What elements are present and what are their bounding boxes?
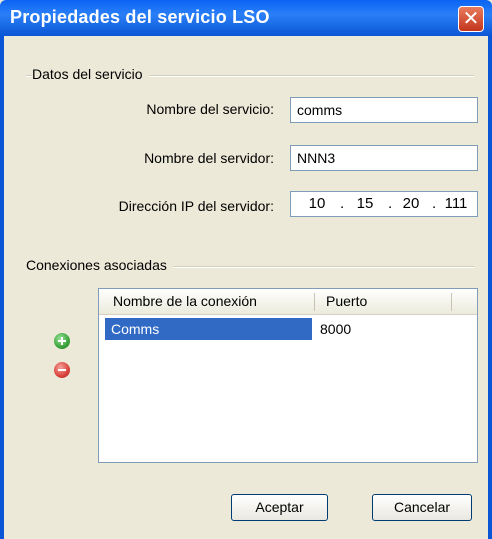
server-ip-input[interactable]: 10 . 15 . 20 . 111	[290, 191, 478, 217]
service-name-input[interactable]	[290, 97, 478, 123]
ip-octet-3[interactable]: 20	[399, 195, 423, 212]
server-ip-label: Dirección IP del servidor:	[118, 198, 274, 214]
window-frame-right	[488, 36, 492, 539]
ip-octet-2[interactable]: 15	[353, 195, 377, 212]
column-divider[interactable]	[451, 293, 452, 311]
connections-table[interactable]: Nombre de la conexión Puerto Comms 8000	[98, 288, 478, 463]
column-divider[interactable]	[314, 293, 315, 311]
remove-connection-button[interactable]	[54, 362, 70, 378]
table-header: Nombre de la conexión Puerto	[99, 289, 477, 315]
service-group-label: Datos del servicio	[32, 66, 149, 82]
properties-dialog: Propiedades del servicio LSO ✕ Datos del…	[0, 0, 492, 539]
close-button[interactable]: ✕	[458, 6, 484, 32]
connection-name-cell[interactable]: Comms	[105, 318, 312, 340]
column-header-port[interactable]: Puerto	[318, 289, 448, 314]
minus-circle-icon	[58, 369, 66, 371]
add-connection-button[interactable]	[54, 333, 70, 349]
server-name-input[interactable]	[290, 145, 478, 171]
port-cell[interactable]: 8000	[314, 318, 444, 340]
accept-button[interactable]: Aceptar	[231, 494, 328, 521]
cancel-button[interactable]: Cancelar	[372, 494, 472, 521]
table-row[interactable]: Comms 8000	[99, 318, 477, 340]
plus-circle-icon	[58, 337, 66, 345]
title-bar[interactable]: Propiedades del servicio LSO ✕	[0, 0, 492, 36]
ip-dot: .	[388, 195, 393, 212]
service-name-label: Nombre del servicio:	[146, 101, 274, 117]
dialog-title: Propiedades del servicio LSO	[10, 7, 270, 27]
window-frame-left	[0, 36, 4, 539]
ip-dot: .	[432, 195, 437, 212]
ip-dot: .	[340, 195, 345, 212]
ip-octet-4[interactable]: 111	[441, 195, 471, 212]
ip-octet-1[interactable]: 10	[305, 195, 329, 212]
close-icon: ✕	[462, 6, 480, 30]
server-name-label: Nombre del servidor:	[144, 150, 274, 166]
column-header-connection-name[interactable]: Nombre de la conexión	[105, 289, 315, 314]
connections-group-label: Conexiones asociadas	[26, 257, 173, 273]
